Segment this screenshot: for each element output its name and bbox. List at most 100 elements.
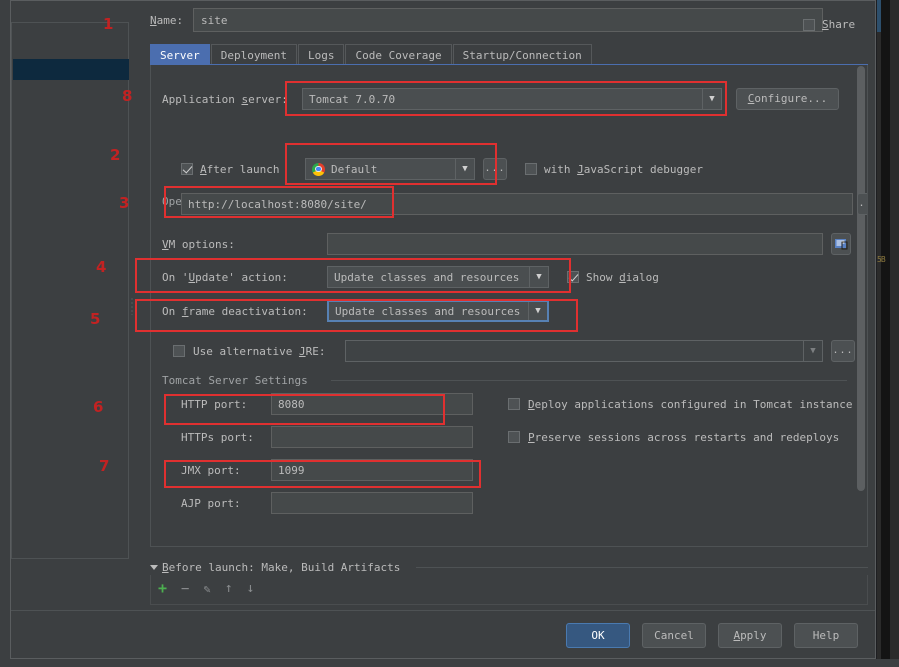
ide-code-hint: 5B — [877, 255, 886, 264]
on-frame-deactivation-combo[interactable]: Update classes and resources ▼ — [327, 300, 549, 322]
http-port-label: HTTP port: — [181, 397, 248, 411]
ide-editor-dark-strip — [881, 0, 890, 667]
configuration-content-pane: Name: Share Server Deployment Logs Code … — [134, 1, 877, 611]
name-row: Name: Share — [134, 8, 877, 36]
tomcat-settings-group-line — [331, 380, 847, 381]
browser-url-input[interactable] — [181, 193, 853, 215]
on-update-action-combo[interactable]: Update classes and resources ▼ — [327, 266, 549, 288]
chevron-down-icon[interactable]: ▼ — [702, 89, 721, 109]
share-checkbox[interactable] — [803, 18, 815, 31]
remove-icon[interactable]: − — [181, 582, 189, 596]
use-alternative-jre-checkbox[interactable] — [173, 345, 185, 357]
before-launch-box — [150, 575, 868, 605]
before-launch-title: Before launch: Make, Build Artifacts — [162, 561, 401, 574]
chevron-down-icon[interactable] — [150, 565, 158, 570]
before-launch-line — [416, 567, 868, 568]
chevron-down-icon[interactable]: ▼ — [529, 267, 548, 287]
chevron-down-icon[interactable]: ▼ — [455, 159, 474, 179]
deploy-applications-checkbox[interactable] — [508, 398, 520, 410]
edit-pencil-icon[interactable]: ✎ — [203, 583, 210, 595]
vm-options-label: VM options: — [162, 237, 235, 251]
ajp-port-row: AJP port: — [181, 492, 473, 514]
on-frame-deactivation-value: Update classes and resources — [335, 304, 521, 318]
tab-logs[interactable]: Logs — [297, 44, 345, 65]
server-tab-panel: Application server: Tomcat 7.0.70 ▼ Conf… — [150, 65, 868, 547]
chevron-down-icon[interactable]: ▼ — [803, 341, 822, 361]
application-server-combo[interactable]: Tomcat 7.0.70 ▼ — [302, 88, 722, 110]
run-debug-configurations-dialog: Name: Share Server Deployment Logs Code … — [10, 0, 876, 659]
move-up-icon[interactable]: ↑ — [225, 582, 233, 595]
panel-scrollbar-thumb[interactable] — [857, 66, 865, 491]
tab-deployment[interactable]: Deployment — [210, 44, 297, 65]
jmx-port-label: JMX port: — [181, 463, 241, 477]
tab-code-coverage[interactable]: Code Coverage — [345, 44, 452, 65]
js-debugger-checkbox[interactable] — [525, 163, 537, 175]
before-launch-toolbar[interactable]: + − ✎ ↑ ↓ — [158, 581, 254, 596]
browser-browse-button[interactable]: ... — [483, 158, 507, 180]
application-server-row: Application server: Tomcat 7.0.70 ▼ Conf… — [162, 88, 839, 110]
chevron-down-icon[interactable]: ▼ — [528, 302, 547, 320]
chrome-icon — [312, 162, 325, 176]
on-update-action-label: On 'Update' action: — [162, 270, 288, 284]
https-port-row: HTTPs port: Preserve sessions across res… — [181, 426, 839, 448]
browser-value: Default — [331, 162, 378, 176]
http-port-input[interactable] — [271, 393, 473, 415]
add-icon[interactable]: + — [158, 581, 167, 596]
after-launch-row: After launch Default ▼ ... with JavaScri… — [181, 158, 703, 180]
ajp-port-label: AJP port: — [181, 496, 241, 510]
tab-server[interactable]: Server — [150, 44, 210, 65]
after-launch-checkbox[interactable] — [181, 163, 193, 175]
on-update-action-row: On 'Update' action: Update classes and r… — [162, 266, 659, 288]
configuration-tabs[interactable]: Server Deployment Logs Code Coverage Sta… — [150, 43, 593, 65]
desktop-background: 5B Name: Share Server Deployment L — [0, 0, 899, 667]
share-label: Share — [822, 18, 856, 31]
js-debugger-label: with JavaScript debugger — [544, 162, 703, 176]
application-server-value: Tomcat 7.0.70 — [309, 92, 396, 106]
show-dialog-label: Show dialog — [586, 270, 659, 284]
cancel-button[interactable]: Cancel — [642, 623, 706, 648]
tree-item-selected[interactable] — [13, 59, 129, 80]
dialog-footer: OK Cancel Apply Help — [11, 610, 875, 658]
configure-button[interactable]: Configure... — [736, 88, 839, 110]
https-port-label: HTTPs port: — [181, 430, 254, 444]
after-launch-label: After launch — [200, 162, 280, 176]
preserve-sessions-label: Preserve sessions across restarts and re… — [528, 430, 840, 444]
configuration-tree-pane[interactable] — [11, 22, 129, 559]
apply-button[interactable]: Apply — [718, 623, 782, 648]
ide-status-bar — [0, 659, 899, 667]
tab-startup-connection[interactable]: Startup/Connection — [452, 44, 592, 65]
name-input[interactable] — [193, 8, 823, 32]
url-browse-button[interactable]: ... — [857, 193, 867, 215]
panel-scrollbar[interactable] — [856, 66, 866, 491]
vm-options-row: VM options: — [162, 233, 851, 255]
on-frame-deactivation-row: On frame deactivation: Update classes an… — [162, 300, 549, 322]
move-down-icon[interactable]: ↓ — [247, 582, 255, 595]
show-dialog-checkbox[interactable] — [567, 271, 579, 283]
jmx-port-row: JMX port: — [181, 459, 473, 481]
alternative-jre-browse-button[interactable]: ... — [831, 340, 855, 362]
share-checkbox-group[interactable]: Share — [803, 18, 855, 31]
tomcat-settings-group-title: Tomcat Server Settings — [162, 374, 313, 387]
on-frame-deactivation-label: On frame deactivation: — [162, 304, 308, 318]
use-alternative-jre-row: Use alternative JRE: ▼ ... — [173, 340, 855, 362]
ide-tab-highlight — [877, 0, 881, 32]
https-port-input[interactable] — [271, 426, 473, 448]
vm-options-input[interactable] — [327, 233, 823, 255]
before-launch-section: Before launch: Make, Build Artifacts + −… — [150, 561, 868, 605]
application-server-label: Application server: — [162, 92, 288, 106]
alternative-jre-combo[interactable]: ▼ — [345, 340, 823, 362]
deploy-applications-label: Deploy applications configured in Tomcat… — [528, 397, 853, 411]
dialog-footer-buttons: OK Cancel Apply Help — [566, 623, 858, 648]
on-update-action-value: Update classes and resources — [334, 270, 520, 284]
preserve-sessions-checkbox[interactable] — [508, 431, 520, 443]
expand-editor-icon[interactable] — [831, 233, 851, 255]
browser-url-row: ... — [181, 193, 867, 215]
jmx-port-input[interactable] — [271, 459, 473, 481]
browser-combo[interactable]: Default ▼ — [305, 158, 475, 180]
ajp-port-input[interactable] — [271, 492, 473, 514]
http-port-row: HTTP port: Deploy applications configure… — [181, 393, 853, 415]
help-button[interactable]: Help — [794, 623, 858, 648]
name-label: Name: — [150, 14, 184, 27]
use-alternative-jre-label: Use alternative JRE: — [193, 344, 326, 358]
ok-button[interactable]: OK — [566, 623, 630, 648]
